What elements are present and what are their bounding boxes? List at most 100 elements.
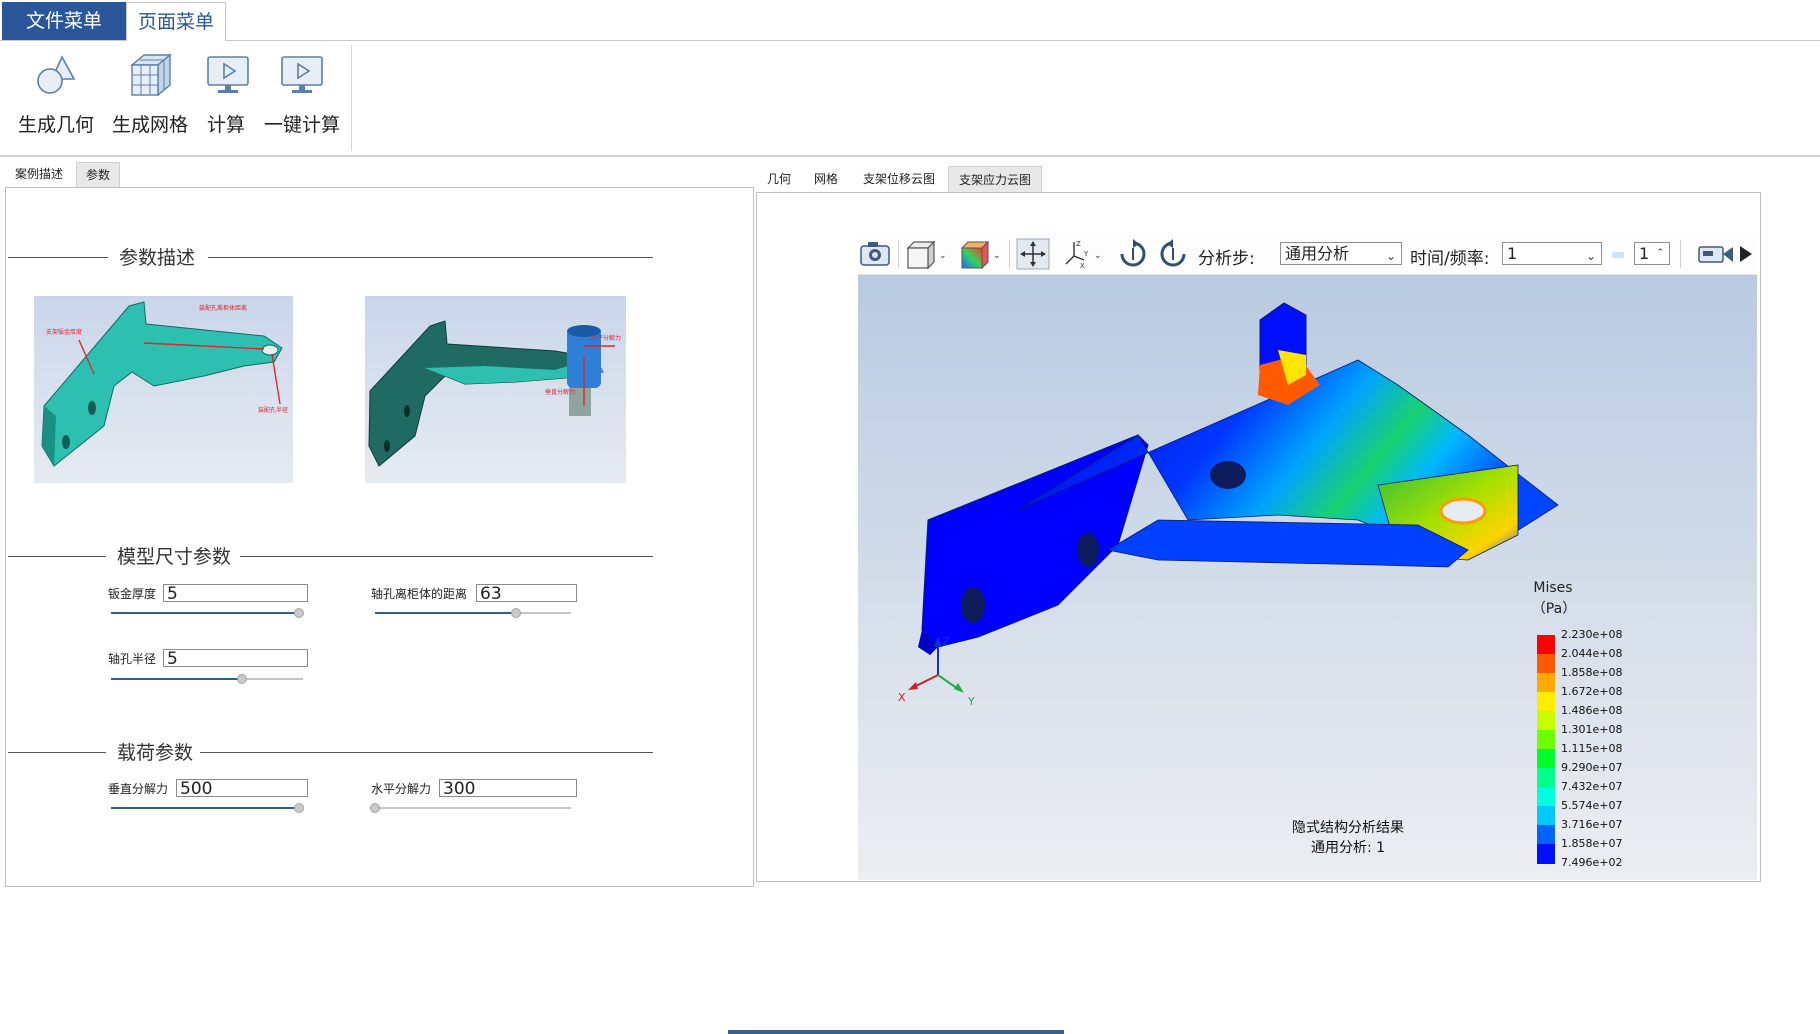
mesh-cube-icon — [130, 53, 172, 97]
sheet-thickness-input[interactable]: 5 — [163, 584, 308, 603]
hole-radius-slider[interactable] — [111, 678, 242, 680]
slider-thumb[interactable] — [370, 803, 380, 813]
vertical-force-slider[interactable] — [111, 807, 300, 809]
frame-slider-icon[interactable] — [1610, 238, 1626, 270]
legend-swatch — [1537, 749, 1555, 769]
section-rule — [8, 752, 106, 753]
chevron-down-icon: ⌄ — [1585, 249, 1596, 263]
result-caption-title: 隐式结构分析结果 — [1292, 820, 1404, 836]
tab-parameters[interactable]: 参数 — [76, 162, 121, 187]
tab-case-description[interactable]: 案例描述 — [6, 162, 72, 186]
section-rule — [208, 257, 653, 258]
sheet-thickness-slider[interactable] — [111, 612, 300, 614]
axis-y-label: Y — [967, 695, 975, 708]
hole-distance-slider[interactable] — [375, 612, 517, 614]
toolbar-separator — [1680, 240, 1681, 268]
thumb2-vertical-label: 垂直分解力 — [545, 388, 575, 396]
hole-radius-input[interactable]: 5 — [163, 649, 308, 668]
legend-value-label: 7.496e+02 — [1561, 856, 1623, 869]
legend-swatch — [1537, 844, 1555, 864]
legend-value-label: 1.858e+08 — [1561, 666, 1623, 679]
slider-thumb[interactable] — [294, 608, 305, 618]
fullscreen-icon[interactable] — [1738, 238, 1756, 270]
parameters-panel: 参数描述 装配孔离柜体距离 支架钣金厚度 装配孔半径 水平分解力 垂直分解力 模… — [5, 187, 754, 887]
legend-swatch — [1537, 806, 1555, 826]
tab-geometry[interactable]: 几何 — [757, 166, 801, 192]
camera-icon[interactable] — [858, 238, 892, 270]
svg-text:Z: Z — [1076, 240, 1081, 248]
slider-thumb[interactable] — [294, 803, 305, 813]
legend-swatch — [1537, 768, 1555, 788]
file-menu-tab[interactable]: 文件菜单 — [2, 2, 126, 40]
legend-value-label: 2.230e+08 — [1561, 628, 1623, 641]
horizontal-force-label: 水平分解力 — [371, 782, 432, 796]
geometry-shapes-icon — [37, 55, 76, 94]
contour-display-icon[interactable]: ⌄ — [958, 238, 1002, 270]
section-rule — [8, 257, 108, 258]
slider-track-rest — [375, 807, 571, 809]
compute-button[interactable]: 计算 — [204, 51, 249, 137]
rotate-cw-icon[interactable] — [1116, 238, 1150, 270]
monitor-play-icon — [207, 56, 249, 93]
rotate-ccw-icon[interactable] — [1156, 238, 1190, 270]
legend-value-label: 2.044e+08 — [1561, 647, 1623, 660]
svg-text:X: X — [1080, 262, 1085, 270]
thumb1-radius-label: 装配孔半径 — [258, 406, 288, 414]
legend-value-label: 5.574e+07 — [1561, 799, 1623, 812]
hole-distance-input[interactable]: 63 — [476, 584, 577, 603]
time-frequency-value: 1 — [1507, 244, 1518, 263]
legend-value-label: 1.672e+08 — [1561, 685, 1623, 698]
time-frequency-select[interactable]: 1 ⌄ — [1502, 242, 1602, 265]
bracket-load-image: 水平分解力 垂直分解力 — [368, 320, 621, 467]
compute-label: 计算 — [206, 114, 245, 136]
section-description: 参数描述 — [8, 243, 653, 271]
tab-displacement-contour[interactable]: 支架位移云图 — [853, 166, 945, 192]
view-cube-icon[interactable]: ⌄ — [904, 238, 948, 270]
legend-swatch — [1537, 787, 1555, 807]
chevron-down-icon: ⌄ — [1385, 249, 1396, 263]
one-click-compute-label: 一键计算 — [264, 114, 341, 136]
section-model-dims: 模型尺寸参数 — [8, 542, 653, 570]
legend-title: Mises — [1533, 580, 1573, 596]
slider-track-rest — [241, 678, 303, 680]
axis-orientation-icon[interactable]: Z Y X ⌄ — [1062, 238, 1102, 270]
legend-value-label: 1.301e+08 — [1561, 723, 1623, 736]
ribbon-toolbar: 生成几何 生成网格 计算 一键计算 — [0, 41, 1820, 157]
sheet-thickness-label: 钣金厚度 — [108, 587, 157, 601]
slider-thumb[interactable] — [236, 674, 247, 684]
legend-swatch — [1537, 654, 1555, 674]
legend-swatch — [1537, 673, 1555, 693]
generate-mesh-button[interactable]: 生成网格 — [112, 51, 188, 137]
tab-mesh[interactable]: 网格 — [804, 166, 848, 192]
thumb1-thickness-label: 支架钣金厚度 — [46, 328, 82, 336]
toolbar-separator — [898, 240, 899, 268]
bracket-model-image: 装配孔离柜体距离 支架钣金厚度 装配孔半径 — [41, 301, 288, 467]
one-click-compute-button[interactable]: 一键计算 — [264, 51, 340, 137]
page-menu-tab[interactable]: 页面菜单 — [126, 2, 226, 42]
axis-x-label: X — [898, 691, 906, 704]
frame-spinner[interactable]: 1 ⌃ — [1634, 242, 1670, 265]
tab-stress-contour[interactable]: 支架应力云图 — [948, 166, 1043, 193]
video-record-icon[interactable] — [1696, 238, 1736, 270]
legend-value-label: 3.716e+07 — [1561, 818, 1623, 831]
thumb2-horizontal-label: 水平分解力 — [591, 334, 621, 342]
vertical-force-input[interactable]: 500 — [176, 779, 308, 798]
slider-thumb[interactable] — [511, 608, 522, 618]
legend-swatch — [1537, 635, 1555, 655]
legend-unit: （Pa） — [1531, 601, 1577, 617]
svg-text:⌄: ⌄ — [939, 251, 947, 261]
analysis-step-select[interactable]: 通用分析 ⌄ — [1280, 242, 1402, 265]
slider-track-rest — [516, 612, 571, 614]
horizontal-force-input[interactable]: 300 — [439, 779, 577, 798]
legend-value-label: 1.486e+08 — [1561, 704, 1623, 717]
analysis-step-value: 通用分析 — [1285, 244, 1350, 263]
generate-geometry-button[interactable]: 生成几何 — [18, 51, 94, 137]
monitor-play-icon — [281, 56, 323, 93]
bracket-dimension-thumbnail: 装配孔离柜体距离 支架钣金厚度 装配孔半径 — [34, 296, 293, 483]
vertical-force-label: 垂直分解力 — [108, 782, 169, 796]
stress-contour-viewport[interactable]: Z X Y Mises （Pa） 2.230e+08 2.044e+08 1.858… — [858, 275, 1757, 880]
legend-value-label: 1.858e+07 — [1561, 837, 1623, 850]
pan-move-icon[interactable] — [1016, 238, 1050, 270]
section-rule — [8, 556, 106, 557]
axis-z-label: Z — [942, 635, 950, 648]
